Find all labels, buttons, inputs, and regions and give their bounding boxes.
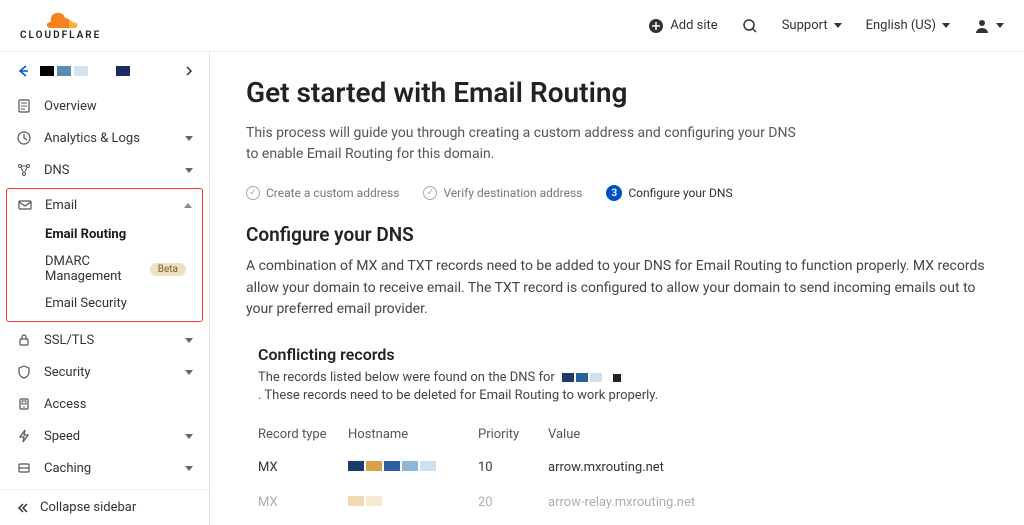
- nav-access[interactable]: Access: [0, 388, 209, 420]
- cloudflare-logo[interactable]: CLOUDFLARE: [20, 10, 101, 41]
- cloud-icon: [41, 10, 81, 30]
- nav-overview[interactable]: Overview: [0, 90, 209, 122]
- cell-type: MX: [258, 485, 348, 520]
- chevron-down-icon: [185, 136, 193, 141]
- cell-type: MX: [258, 450, 348, 485]
- step-number-badge: 3: [606, 185, 622, 201]
- nav-dns[interactable]: DNS: [0, 154, 209, 186]
- breadcrumb-account[interactable]: [40, 66, 88, 76]
- sidebar: Overview Analytics & Logs DNS Email: [0, 52, 210, 525]
- nav-analytics[interactable]: Analytics & Logs: [0, 122, 209, 154]
- search-icon[interactable]: [742, 18, 758, 34]
- chevron-down-icon: [996, 23, 1004, 28]
- square-icon: [613, 374, 621, 382]
- bolt-icon: [16, 428, 32, 444]
- forward-caret-icon[interactable]: [185, 66, 193, 76]
- breadcrumb: [0, 52, 209, 90]
- section-title: Configure your DNS: [246, 223, 988, 246]
- cell-value: arrow-relay.mxrouting.net: [548, 485, 958, 520]
- access-icon: [16, 396, 32, 412]
- cell-priority: 20: [478, 485, 548, 520]
- cell-hostname: [348, 485, 478, 520]
- nav-email-routing[interactable]: Email Routing: [7, 221, 202, 248]
- user-menu[interactable]: [974, 18, 1004, 34]
- nav-ssl[interactable]: SSL/TLS: [0, 324, 209, 356]
- table-row: MX 10 arrow.mxrouting.net: [258, 450, 958, 485]
- nav-security[interactable]: Security: [0, 356, 209, 388]
- page-subtitle: This process will guide you through crea…: [246, 123, 806, 165]
- clock-icon: [16, 130, 32, 146]
- user-icon: [974, 18, 990, 34]
- page-title: Get started with Email Routing: [246, 76, 988, 109]
- cell-hostname: [348, 450, 478, 485]
- step-3: 3 Configure your DNS: [606, 185, 732, 201]
- dns-icon: [16, 162, 32, 178]
- chevron-down-icon: [942, 23, 950, 28]
- nav-email[interactable]: Email: [7, 189, 202, 221]
- chevron-down-icon: [185, 466, 193, 471]
- collapse-sidebar-button[interactable]: Collapse sidebar: [0, 489, 209, 525]
- nav-dmarc[interactable]: DMARC Management Beta: [7, 248, 202, 290]
- chevron-down-icon: [834, 23, 842, 28]
- plus-circle-icon: [648, 18, 664, 34]
- step-2: ✓ Verify destination address: [423, 186, 582, 200]
- cell-priority: 10: [478, 450, 548, 485]
- conflict-title: Conflicting records: [258, 345, 988, 364]
- main-content: Get started with Email Routing This proc…: [210, 52, 1024, 525]
- redacted-domain: [562, 373, 602, 382]
- document-icon: [16, 98, 32, 114]
- chevron-down-icon: [185, 338, 193, 343]
- lock-icon: [16, 332, 32, 348]
- th-value: Value: [548, 419, 958, 450]
- th-priority: Priority: [478, 419, 548, 450]
- chevron-down-icon: [185, 434, 193, 439]
- chevron-down-icon: [185, 168, 193, 173]
- step-1: ✓ Create a custom address: [246, 186, 399, 200]
- conflict-records-table: Record type Hostname Priority Value MX: [258, 419, 958, 520]
- collapse-icon: [16, 501, 30, 515]
- shield-icon: [16, 364, 32, 380]
- nav-caching[interactable]: Caching: [0, 452, 209, 484]
- back-arrow-icon[interactable]: [16, 64, 30, 78]
- breadcrumb-domain[interactable]: [116, 66, 147, 76]
- nav: Overview Analytics & Logs DNS Email: [0, 90, 209, 489]
- language-menu[interactable]: English (US): [866, 18, 950, 33]
- add-site-button[interactable]: Add site: [648, 18, 717, 34]
- nav-email-group: Email Email Routing DMARC Management Bet…: [6, 188, 203, 322]
- table-row: MX 20 arrow-relay.mxrouting.net: [258, 485, 958, 520]
- nav-email-security[interactable]: Email Security: [7, 290, 202, 317]
- check-circle-icon: ✓: [246, 186, 260, 200]
- check-circle-icon: ✓: [423, 186, 437, 200]
- cell-value: arrow.mxrouting.net: [548, 450, 958, 485]
- email-icon: [17, 197, 33, 213]
- chevron-up-icon: [184, 203, 192, 208]
- section-description: A combination of MX and TXT records need…: [246, 256, 988, 321]
- th-hostname: Hostname: [348, 419, 478, 450]
- th-record-type: Record type: [258, 419, 348, 450]
- logo-text: CLOUDFLARE: [20, 30, 101, 41]
- conflict-description: The records listed below were found on t…: [258, 370, 988, 403]
- support-menu[interactable]: Support: [782, 18, 842, 33]
- nav-speed[interactable]: Speed: [0, 420, 209, 452]
- beta-badge: Beta: [150, 263, 186, 276]
- wizard-steps: ✓ Create a custom address ✓ Verify desti…: [246, 185, 988, 201]
- chevron-down-icon: [185, 370, 193, 375]
- drawer-icon: [16, 460, 32, 476]
- app-header: CLOUDFLARE Add site Support English (US): [0, 0, 1024, 52]
